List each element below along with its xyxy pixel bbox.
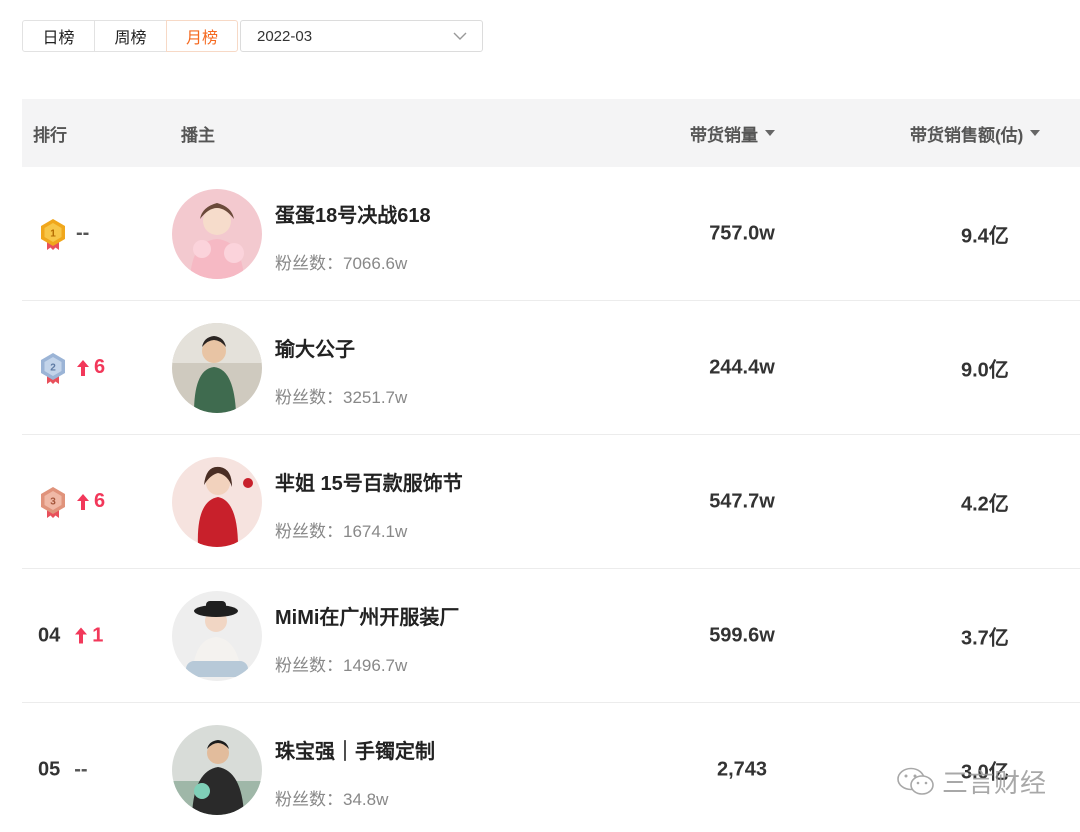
fans-count: 粉丝数：1674.1w — [275, 522, 408, 541]
rank-cell: 1 -- — [38, 217, 89, 251]
avatar[interactable] — [172, 591, 262, 681]
silver-medal-icon: 2 — [41, 352, 65, 384]
medal-number: 2 — [50, 362, 56, 373]
fans-count: 粉丝数：1496.7w — [275, 656, 408, 675]
up-arrow-icon — [77, 493, 89, 510]
avatar[interactable] — [172, 323, 262, 413]
rank-number: 05 — [38, 758, 61, 781]
rank-change-value: 6 — [94, 490, 106, 512]
rank-cell: 04 1 — [38, 624, 103, 647]
up-arrow-icon — [77, 359, 89, 376]
watermark: 三言财经 — [896, 763, 1046, 800]
bronze-medal-icon: 3 — [41, 486, 65, 518]
medal-number: 1 — [50, 228, 56, 239]
wechat-icon — [897, 767, 934, 795]
chevron-down-icon — [452, 28, 468, 44]
month-select[interactable]: 2022-03 — [240, 20, 483, 52]
rank-change: -- — [74, 758, 88, 781]
table-row[interactable]: 04 1 MiMi在广州开服装厂 粉丝数：1496.7w 599.6w 3.7亿 — [22, 569, 1080, 703]
avatar[interactable] — [172, 457, 262, 547]
rank-change: -- — [76, 222, 90, 244]
rank-cell: 2 6 — [38, 351, 105, 385]
anchor-name[interactable]: 芈姐 15号百款服饰节 — [275, 467, 463, 496]
rank-change-value: 1 — [92, 624, 104, 646]
medal-number: 3 — [50, 496, 56, 507]
sales-volume: 244.4w — [709, 356, 775, 378]
table-row[interactable]: 3 6 芈姐 15号百款服饰节 粉丝数：1674.1w 547.7w 4.2亿 — [22, 435, 1080, 569]
table-row[interactable]: 1 -- 蛋蛋18号决战618 粉丝数：7066.6w 757.0w 9.4亿 — [22, 167, 1080, 301]
tab-daily[interactable]: 日榜 — [22, 20, 95, 52]
avatar[interactable] — [172, 189, 262, 279]
fans-count: 粉丝数：3251.7w — [275, 388, 408, 407]
rank-cell: 3 6 — [38, 485, 105, 519]
ranking-table-body: 1 -- 蛋蛋18号决战618 粉丝数：7066.6w 757.0w 9.4亿 — [22, 167, 1080, 832]
tab-weekly[interactable]: 周榜 — [94, 20, 167, 52]
sales-amount: 9.4亿 — [961, 225, 1009, 247]
watermark-text: 三言财经 — [941, 768, 1046, 798]
header-anchor: 播主 — [181, 125, 215, 145]
sales-volume: 547.7w — [709, 490, 775, 512]
fans-count: 粉丝数：34.8w — [275, 790, 389, 809]
gold-medal-icon: 1 — [41, 218, 65, 250]
rank-cell: 05 -- — [38, 759, 88, 782]
header-sales-label: 带货销量 — [690, 125, 758, 145]
rank-change: 6 — [76, 356, 105, 379]
up-arrow-icon — [75, 627, 88, 644]
sales-volume: 2,743 — [716, 758, 768, 781]
avatar[interactable] — [172, 725, 262, 815]
fans-count: 粉丝数：7066.6w — [275, 254, 408, 273]
sales-volume: 757.0w — [709, 222, 775, 244]
sort-caret-icon — [765, 130, 775, 136]
sales-amount: 4.2亿 — [961, 493, 1009, 515]
sales-amount: 9.0亿 — [961, 359, 1009, 381]
header-sales-sort[interactable]: 带货销量 — [690, 121, 775, 146]
month-select-value: 2022-03 — [257, 27, 313, 45]
anchor-name[interactable]: MiMi在广州开服装厂 — [275, 601, 459, 630]
sales-volume: 599.6w — [709, 624, 775, 646]
anchor-name[interactable]: 蛋蛋18号决战618 — [275, 199, 431, 228]
sales-amount: 3.7亿 — [961, 627, 1009, 649]
tab-monthly[interactable]: 月榜 — [166, 20, 238, 52]
anchor-name[interactable]: 瑜大公子 — [275, 333, 355, 362]
rank-number: 04 — [38, 624, 61, 646]
table-header: 排行 播主 带货销量 带货销售额(估) — [22, 99, 1080, 167]
rank-change-value: 6 — [94, 356, 106, 378]
table-row[interactable]: 2 6 瑜大公子 粉丝数：3251.7w 244.4w 9.0亿 — [22, 301, 1080, 435]
rank-change: 1 — [74, 624, 103, 647]
header-rank: 排行 — [33, 125, 67, 145]
header-amount-label: 带货销售额(估) — [910, 125, 1024, 145]
ranking-period-tabs: 日榜 周榜 月榜 2022-03 — [22, 20, 483, 52]
header-amount-sort[interactable]: 带货销售额(估) — [910, 121, 1041, 146]
rank-change: 6 — [76, 490, 105, 513]
sort-caret-icon — [1030, 130, 1041, 136]
anchor-name[interactable]: 珠宝强｜手镯定制 — [275, 735, 435, 764]
